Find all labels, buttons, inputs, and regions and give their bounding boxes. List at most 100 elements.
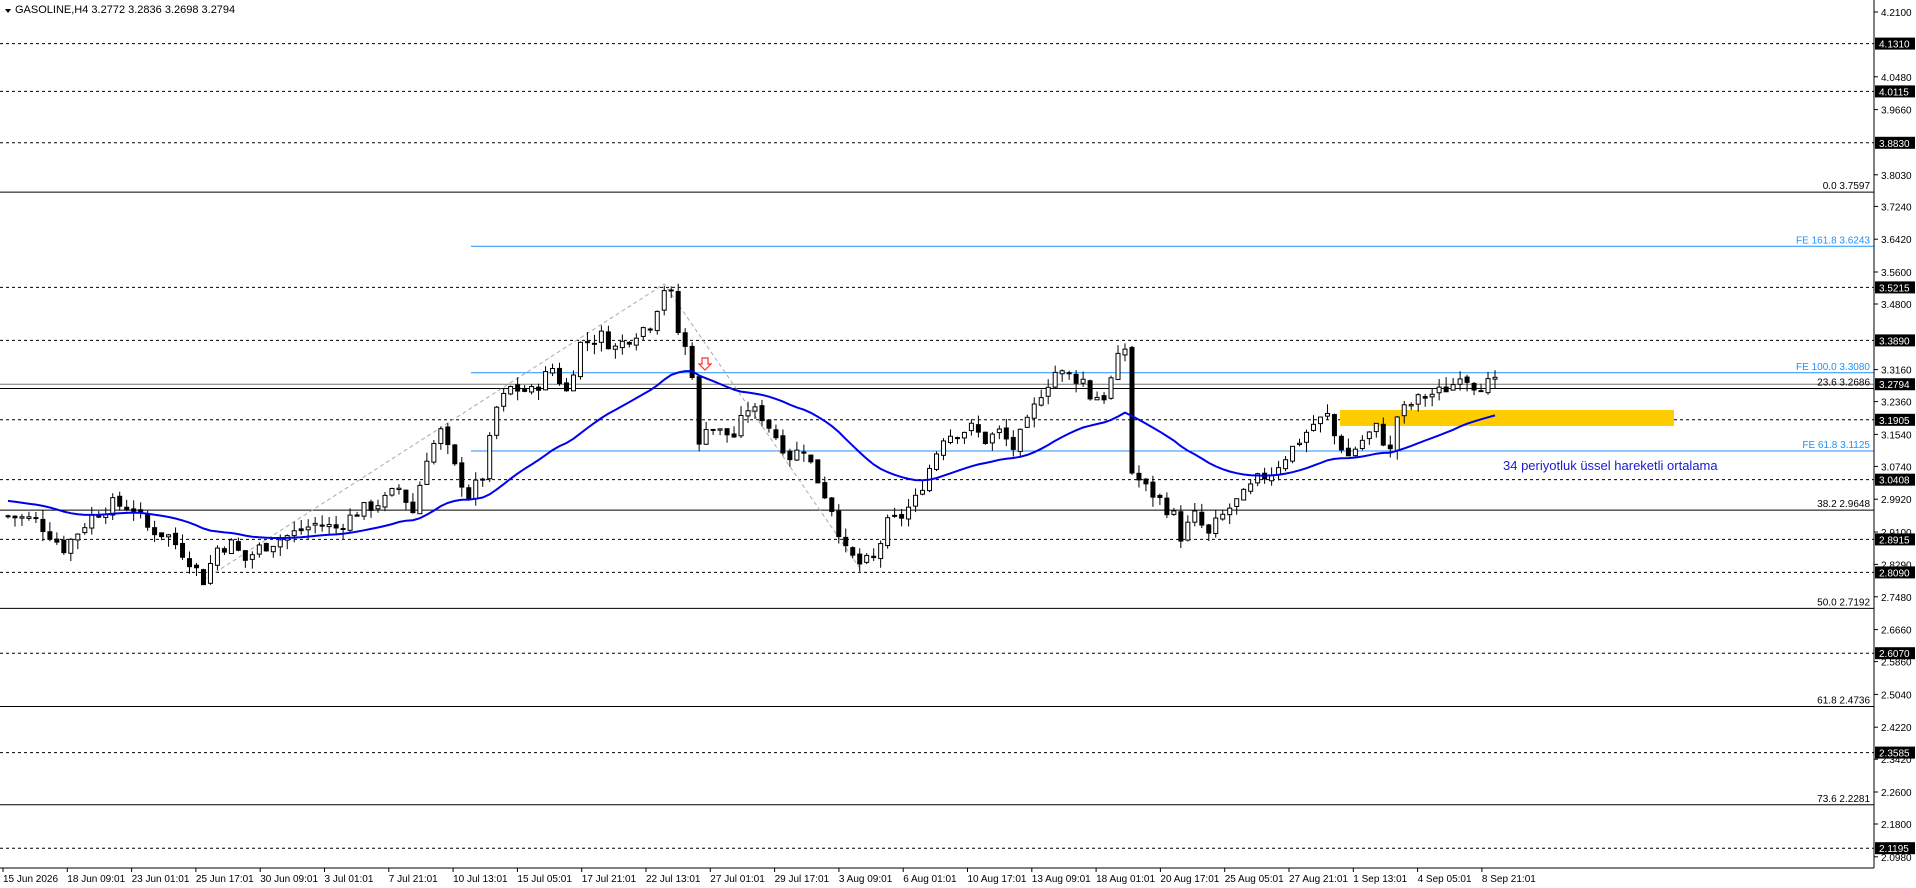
time-tick-label: 7 Jul 21:01 <box>389 874 438 885</box>
candle-body <box>759 405 765 422</box>
candle-body <box>501 392 507 407</box>
candle-body <box>661 290 667 311</box>
candle-body <box>1087 380 1093 400</box>
time-tick-label: 27 Aug 21:01 <box>1289 874 1348 885</box>
candle-body <box>159 532 165 538</box>
candle-body <box>522 389 528 392</box>
fibo-expansion-label: FE 100.0 3.3080 <box>1796 362 1870 373</box>
candle-body <box>766 419 772 429</box>
price-tick-label: 2.0980 <box>1881 853 1912 864</box>
candle-body <box>899 514 905 519</box>
candle-body <box>382 494 388 508</box>
candle-body <box>494 406 500 436</box>
fibo-expansion-label: FE 61.8 3.1125 <box>1802 440 1870 451</box>
candle-body <box>996 428 1002 434</box>
candle-body <box>591 342 597 345</box>
candle-body <box>1108 377 1114 399</box>
time-tick-label: 6 Aug 01:01 <box>903 874 957 885</box>
time-tick-label: 18 Jun 09:01 <box>67 874 125 885</box>
candle-body <box>1129 346 1135 474</box>
candle-body <box>298 528 304 532</box>
yellow-zone <box>1340 410 1674 426</box>
time-tick-label: 22 Jul 13:01 <box>646 874 701 885</box>
candle-body <box>633 337 639 346</box>
candle-body <box>1345 447 1351 457</box>
candle-body <box>794 449 800 461</box>
candle-body <box>710 428 716 431</box>
level-price-label: 3.1905 <box>1879 416 1910 427</box>
candle-body <box>466 487 472 500</box>
time-tick-label: 1 Sep 13:01 <box>1353 874 1407 885</box>
candle-body <box>1052 371 1058 388</box>
candle-body <box>5 515 11 518</box>
candle-body <box>200 569 206 586</box>
current-price-label: 3.2794 <box>1879 380 1910 391</box>
candle-body <box>885 517 891 547</box>
candle-body <box>626 341 632 345</box>
candle-body <box>738 414 744 437</box>
candle-body <box>508 385 514 395</box>
time-tick-label: 23 Jun 01:01 <box>132 874 190 885</box>
candle-body <box>242 550 248 561</box>
level-price-label: 3.8830 <box>1879 139 1910 150</box>
candle-body <box>1066 372 1072 375</box>
candle-body <box>221 548 227 553</box>
candle-body <box>410 501 416 514</box>
candle-body <box>598 330 604 343</box>
candle-body <box>787 450 793 461</box>
time-tick-label: 3 Jul 01:01 <box>325 874 374 885</box>
candle-body <box>1297 442 1303 445</box>
candle-body <box>82 527 88 534</box>
candle-body <box>570 374 576 392</box>
candle-body <box>1199 511 1205 526</box>
candle-body <box>668 289 674 292</box>
level-price-label: 4.1310 <box>1879 40 1910 51</box>
candle-body <box>473 479 479 500</box>
level-lines <box>0 43 1874 849</box>
candle-body <box>1492 376 1498 380</box>
candle-body <box>682 332 688 347</box>
price-chart[interactable]: 4.1310 4.0115 3.8830 3.5215 3.3890 3.1905 3.04… <box>0 0 1916 888</box>
candle-body <box>1157 494 1163 499</box>
symbol-label: GASOLINE,H4 3.2772 3.2836 3.2698 3.2794 <box>15 4 235 16</box>
time-tick-label: 10 Jul 13:01 <box>453 874 508 885</box>
price-tick-label: 2.3420 <box>1881 755 1912 766</box>
level-price-label: 3.5215 <box>1879 283 1910 294</box>
candle-body <box>33 517 39 520</box>
candle-body <box>396 487 402 490</box>
candle-body <box>1143 478 1149 485</box>
candle-body <box>1338 435 1344 451</box>
candle-body <box>808 454 814 463</box>
candle-body <box>947 435 953 444</box>
time-tick-label: 10 Aug 17:01 <box>968 874 1027 885</box>
candle-body <box>1136 472 1142 481</box>
level-price-label: 3.0408 <box>1879 476 1910 487</box>
time-tick-label: 13 Aug 09:01 <box>1032 874 1091 885</box>
price-tick-label: 3.9660 <box>1881 106 1912 117</box>
price-tick-label: 2.1800 <box>1881 820 1912 831</box>
support-zone <box>1340 410 1674 426</box>
candle-body <box>1485 378 1491 394</box>
candle-body <box>152 527 158 536</box>
candle-body <box>480 478 486 481</box>
candle-body <box>1031 403 1037 419</box>
fibo-retracement-label: 73.6 2.2281 <box>1817 794 1870 805</box>
price-tick-label: 2.5860 <box>1881 658 1912 669</box>
chart-window[interactable]: 4.1310 4.0115 3.8830 3.5215 3.3890 3.1905 3.04… <box>0 0 1916 888</box>
candle-body <box>110 497 116 516</box>
ema-34-line <box>7 370 1496 539</box>
candle-body <box>934 453 940 470</box>
candle-body <box>1164 497 1170 516</box>
candle-body <box>1352 448 1358 457</box>
triangle-down-icon[interactable] <box>5 9 11 13</box>
candle-body <box>124 506 130 511</box>
price-tick-label: 3.3160 <box>1881 366 1912 377</box>
price-tick-label: 4.2100 <box>1881 8 1912 19</box>
level-price-label: 4.0115 <box>1879 87 1909 98</box>
time-tick-label: 17 Jul 21:01 <box>582 874 637 885</box>
price-tick-label: 3.2360 <box>1881 398 1912 409</box>
candle-body <box>1429 393 1435 398</box>
candle-body <box>214 547 220 566</box>
candle-body <box>291 530 297 537</box>
price-tick-label: 3.1540 <box>1881 430 1912 441</box>
